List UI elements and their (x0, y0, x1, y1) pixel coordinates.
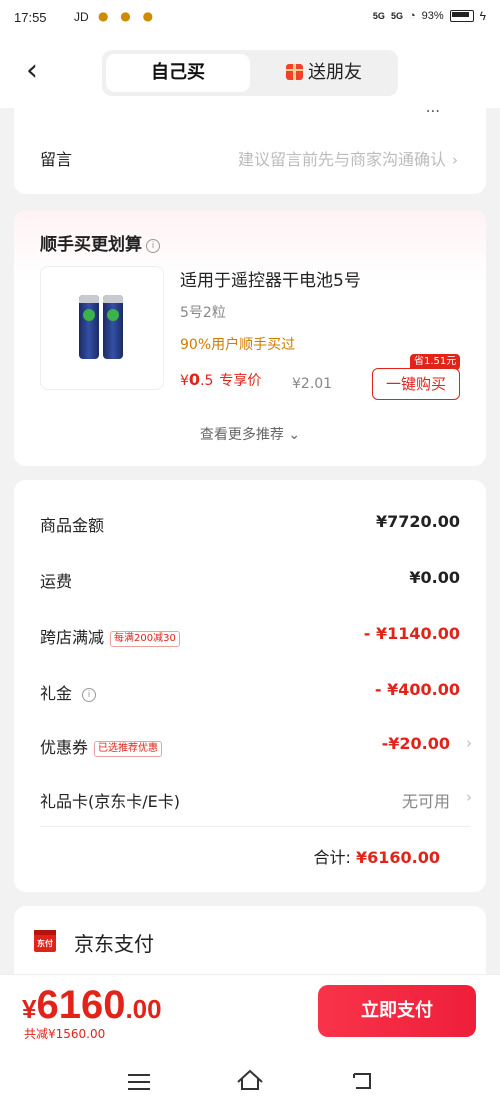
row-value: -¥20.00 (381, 734, 450, 753)
row-value: 无可用 (401, 792, 450, 811)
status-carrier: JD (74, 10, 89, 24)
row-label: 运费 (40, 572, 73, 591)
recommend-title: 顺手买更划算 i (40, 230, 160, 255)
battery-cell-icon (79, 295, 99, 359)
recommend-card: 顺手买更划算 i 适用于遥控器干电池5号 5号2粒 90%用户顺手买过 ¥0.5 专… (14, 210, 486, 466)
info-icon[interactable]: i (146, 239, 160, 253)
message-input[interactable]: 建议留言前先与商家沟通确认 › (238, 146, 458, 170)
jd-pay-icon: 东付 (34, 930, 56, 952)
chevron-right-icon: › (466, 788, 472, 806)
total-saved: 共减¥1560.00 (24, 1027, 106, 1041)
row-value: ¥7720.00 (375, 512, 460, 531)
status-right: 5G 5G ◔ 93% ϟ (373, 9, 486, 23)
coupon-tag: 已选推荐优惠 (94, 741, 163, 757)
row-label: 商品金额 (40, 516, 105, 535)
battery-cell-icon (103, 295, 123, 359)
total-label: 合计: (313, 848, 351, 867)
row-gift-card[interactable]: 礼品卡(京东卡/E卡) 无可用 › (40, 788, 472, 812)
home-icon[interactable] (236, 1068, 264, 1092)
message-hint: 建议留言前先与商家沟通确认 (237, 150, 446, 169)
more-recommendations-link[interactable]: 查看更多推荐 ⌄ (14, 424, 486, 444)
final-price: ¥6160.00 (22, 983, 162, 1028)
row-label: 礼品卡(京东卡/E卡) (40, 792, 180, 811)
row-label: 优惠券 (40, 738, 89, 757)
row-label: 礼金 (40, 684, 73, 703)
row-goods-amount: 商品金额 ¥7720.00 (40, 512, 460, 536)
signal-icon-2: 5G (390, 11, 403, 21)
final-price-currency: ¥ (22, 994, 37, 1024)
row-coupon[interactable]: 优惠券 已选推荐优惠 -¥20.00 › (40, 734, 472, 758)
message-label: 留言 (40, 150, 73, 169)
row-cross-store-discount[interactable]: 跨店满减 每满200减30 - ¥1140.00 (40, 624, 460, 648)
row-label: 跨店满减 (40, 628, 105, 647)
cut-off-text: ... (426, 108, 440, 116)
battery-percent: 93% (421, 10, 444, 22)
price-summary-card: 商品金额 ¥7720.00 运费 ¥0.00 跨店满减 每满200减30 - ¥1… (14, 480, 486, 892)
price-currency: ¥ (180, 373, 189, 389)
checkout-bar: ¥6160.00 共减¥1560.00 立即支付 (0, 974, 500, 1055)
product-image[interactable] (40, 266, 164, 390)
back-icon[interactable]: ‹ (26, 56, 38, 86)
product-name[interactable]: 适用于遥控器干电池5号 (180, 266, 361, 291)
final-price-dec: .00 (125, 994, 162, 1024)
message-card: ... 留言 建议留言前先与商家沟通确认 › (14, 108, 486, 194)
final-price-int: 6160 (36, 983, 126, 1027)
tab-send-friend-label: 送朋友 (308, 62, 362, 83)
total-line: 合计: ¥6160.00 (313, 844, 440, 868)
wifi-icon: ◔ (408, 10, 416, 22)
info-icon[interactable]: i (82, 688, 97, 702)
row-shipping: 运费 ¥0.00 (40, 568, 460, 592)
header-bar: ‹ 自己买 送朋友 (0, 38, 500, 108)
row-value: - ¥400.00 (374, 680, 460, 699)
chevron-right-icon: › (452, 151, 458, 169)
price-dec: .5 (200, 373, 214, 389)
price-int: 0 (188, 370, 201, 389)
notification-icons: ● ● ● (98, 9, 158, 23)
system-nav-bar (0, 1054, 500, 1111)
status-bar: 17:55 JD ● ● ● 5G 5G ◔ 93% ϟ (0, 0, 500, 38)
divider (40, 826, 470, 827)
product-price: ¥0.5 专享价 (180, 370, 261, 390)
signal-icon: 5G (372, 11, 385, 21)
payment-method-label: 京东支付 (74, 932, 154, 956)
price-label: 专享价 (219, 373, 262, 389)
gift-icon (286, 64, 303, 80)
discount-tag: 每满200减30 (110, 631, 180, 647)
pay-now-button[interactable]: 立即支付 (318, 985, 476, 1037)
row-value: ¥0.00 (409, 568, 460, 587)
tab-send-friend[interactable]: 送朋友 (252, 54, 396, 92)
product-spec: 5号2粒 (180, 305, 226, 321)
row-gift-money[interactable]: 礼金 i - ¥400.00 (40, 680, 460, 704)
chevron-right-icon: › (466, 734, 472, 752)
original-price: ¥2.01 (292, 376, 333, 392)
total-amount: ¥6160.00 (355, 848, 440, 867)
recommend-title-text: 顺手买更划算 (40, 235, 142, 255)
buy-mode-toggle: 自己买 送朋友 (102, 50, 398, 96)
back-nav-icon[interactable] (350, 1070, 374, 1092)
menu-icon[interactable] (128, 1074, 150, 1090)
charging-icon: ϟ (479, 9, 486, 23)
one-click-buy-button[interactable]: 一键购买 (372, 368, 460, 400)
product-bought-rate: 90%用户顺手买过 (180, 337, 296, 353)
battery-icon (449, 10, 474, 22)
row-value: - ¥1140.00 (363, 624, 460, 643)
tab-buy-self[interactable]: 自己买 (106, 54, 250, 92)
status-time: 17:55 (14, 10, 47, 25)
